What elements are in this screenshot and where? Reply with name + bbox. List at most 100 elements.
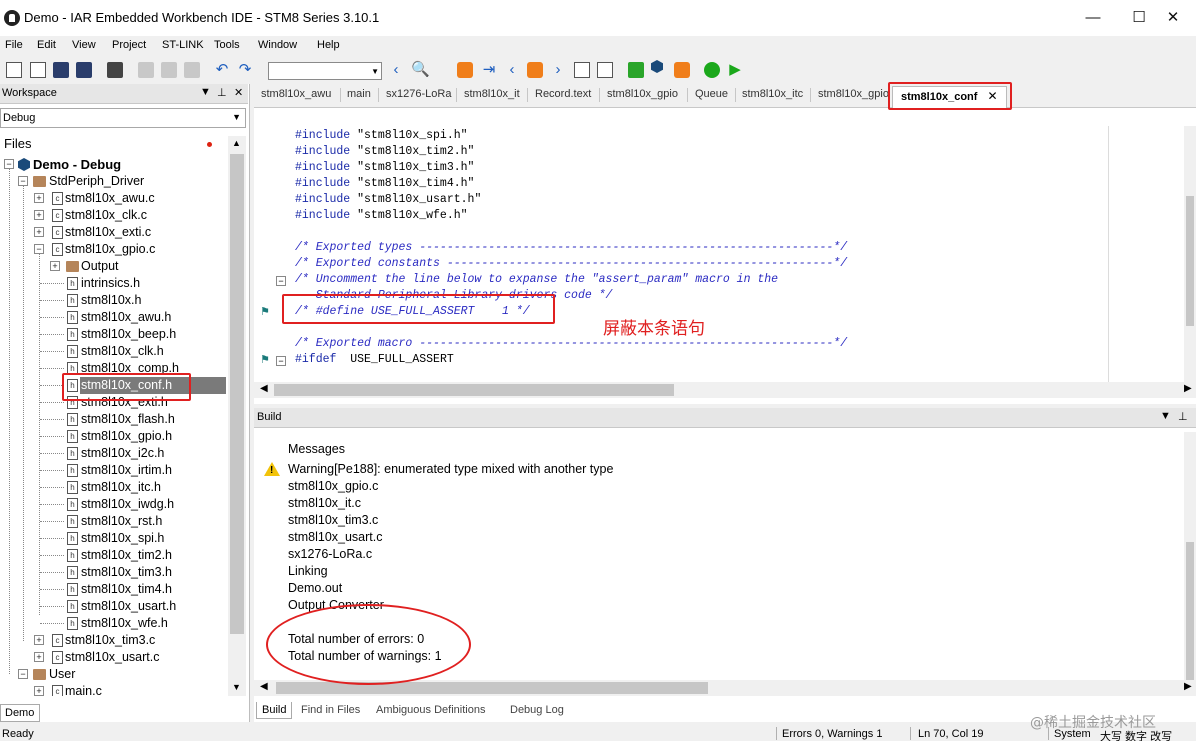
menu-file[interactable]: File bbox=[5, 39, 23, 51]
expand-icon[interactable]: + bbox=[34, 227, 44, 237]
build-vertical-scrollbar[interactable] bbox=[1184, 432, 1196, 682]
expand-icon[interactable]: + bbox=[34, 210, 44, 220]
tree-item-file[interactable]: + c stm8l10x_clk.c bbox=[0, 207, 226, 224]
tree-item-file[interactable]: h stm8l10x_beep.h bbox=[0, 326, 226, 343]
tree-item-project[interactable]: − Demo - Debug bbox=[0, 156, 226, 173]
minimize-button[interactable]: — bbox=[1070, 4, 1116, 32]
fold-toggle-icon[interactable]: − bbox=[276, 276, 286, 286]
expand-icon[interactable]: + bbox=[34, 193, 44, 203]
tab-stm8l10x-awu[interactable]: stm8l10x_awu bbox=[261, 88, 331, 100]
tree-item-folder[interactable]: − StdPeriph_Driver bbox=[0, 173, 226, 190]
warning-message[interactable]: Warning[Pe188]: enumerated type mixed wi… bbox=[288, 462, 613, 476]
build-message[interactable]: stm8l10x_it.c bbox=[288, 496, 361, 510]
scroll-left-icon[interactable]: ◀ bbox=[260, 681, 268, 692]
tab-ambiguous-definitions[interactable]: Ambiguous Definitions bbox=[376, 704, 485, 716]
expand-icon[interactable]: + bbox=[34, 635, 44, 645]
tree-item-file[interactable]: h stm8l10x_spi.h bbox=[0, 530, 226, 547]
scroll-right-icon[interactable]: ▶ bbox=[1184, 383, 1192, 394]
menu-edit[interactable]: Edit bbox=[37, 39, 56, 51]
tab-stm8l10x-gpio-2[interactable]: stm8l10x_gpio bbox=[818, 88, 888, 100]
build-message[interactable]: Linking bbox=[288, 564, 328, 578]
workspace-tab-demo[interactable]: Demo bbox=[0, 704, 40, 722]
build-message[interactable]: Demo.out bbox=[288, 581, 342, 595]
cut-icon[interactable] bbox=[138, 62, 154, 78]
workspace-scrollbar[interactable]: ▲ ▼ bbox=[228, 136, 246, 696]
expand-icon[interactable]: + bbox=[34, 652, 44, 662]
expand-icon[interactable]: + bbox=[50, 261, 60, 271]
tree-item-file[interactable]: + c stm8l10x_awu.c bbox=[0, 190, 226, 207]
tree-item-file[interactable]: h stm8l10x_tim4.h bbox=[0, 581, 226, 598]
download-icon[interactable] bbox=[628, 62, 644, 78]
scrollbar-thumb[interactable] bbox=[1186, 196, 1194, 326]
build-message[interactable]: stm8l10x_usart.c bbox=[288, 530, 382, 544]
scrollbar-thumb[interactable] bbox=[274, 384, 674, 396]
compile-icon[interactable] bbox=[574, 62, 590, 78]
menu-view[interactable]: View bbox=[72, 39, 96, 51]
panel-menu-icon[interactable]: ▼ bbox=[1160, 410, 1171, 422]
scroll-down-icon[interactable]: ▼ bbox=[232, 682, 241, 692]
tab-queue[interactable]: Queue bbox=[695, 88, 728, 100]
expand-icon[interactable]: + bbox=[34, 686, 44, 696]
tree-item-file[interactable]: + c stm8l10x_tim3.c bbox=[0, 632, 226, 649]
tree-item-file[interactable]: h stm8l10x.h bbox=[0, 292, 226, 309]
build-message[interactable]: sx1276-LoRa.c bbox=[288, 547, 372, 561]
download-and-debug-icon[interactable] bbox=[704, 62, 720, 78]
tree-item-file[interactable]: + c stm8l10x_usart.c bbox=[0, 649, 226, 666]
scrollbar-thumb[interactable] bbox=[230, 154, 244, 634]
copy-icon[interactable] bbox=[161, 62, 177, 78]
tree-item-file[interactable]: + c stm8l10x_exti.c bbox=[0, 224, 226, 241]
menu-help[interactable]: Help bbox=[317, 39, 340, 51]
debug-without-download-icon[interactable]: ▶ bbox=[727, 62, 743, 78]
configuration-select[interactable]: Debug ▼ bbox=[0, 108, 246, 128]
toggle-bookmark-icon[interactable] bbox=[457, 62, 473, 78]
tab-debug-log[interactable]: Debug Log bbox=[510, 704, 564, 716]
stop-build-icon[interactable] bbox=[674, 62, 690, 78]
editor-vertical-scrollbar[interactable] bbox=[1184, 126, 1196, 382]
scrollbar-thumb[interactable] bbox=[276, 682, 708, 694]
back-arrow-icon[interactable]: ‹ bbox=[388, 62, 404, 78]
tab-stm8l10x-it[interactable]: stm8l10x_it bbox=[464, 88, 520, 100]
redo-icon[interactable]: ↷ bbox=[237, 62, 253, 78]
tree-item-file[interactable]: h stm8l10x_flash.h bbox=[0, 411, 226, 428]
tree-item-file[interactable]: h stm8l10x_usart.h bbox=[0, 598, 226, 615]
tree-item-file[interactable]: h stm8l10x_clk.h bbox=[0, 343, 226, 360]
tab-build[interactable]: Build bbox=[256, 702, 293, 719]
collapse-icon[interactable]: − bbox=[4, 159, 14, 169]
scroll-right-icon[interactable]: ▶ bbox=[1184, 681, 1192, 692]
tree-item-file[interactable]: h stm8l10x_iwdg.h bbox=[0, 496, 226, 513]
find-combo[interactable]: ▼ bbox=[268, 62, 382, 80]
project-icon[interactable] bbox=[651, 60, 663, 73]
tree-item-file[interactable]: h stm8l10x_wfe.h bbox=[0, 615, 226, 632]
tree-item-folder[interactable]: + Output bbox=[0, 258, 226, 275]
tab-find-in-files[interactable]: Find in Files bbox=[301, 704, 360, 716]
close-window-button[interactable]: ✕ bbox=[1150, 4, 1196, 32]
paste-icon[interactable] bbox=[184, 62, 200, 78]
collapse-icon[interactable]: − bbox=[18, 669, 28, 679]
prev-bookmark-icon[interactable]: ‹ bbox=[504, 62, 520, 78]
tree-item-file[interactable]: h stm8l10x_irtim.h bbox=[0, 462, 226, 479]
tree-item-file[interactable]: h stm8l10x_tim3.h bbox=[0, 564, 226, 581]
menu-window[interactable]: Window bbox=[258, 39, 297, 51]
tab-main[interactable]: main bbox=[347, 88, 371, 100]
tree-item-file[interactable]: − c stm8l10x_gpio.c bbox=[0, 241, 226, 258]
tree-item-file[interactable]: + c main.c bbox=[0, 683, 226, 696]
tab-sx1276-lora[interactable]: sx1276-LoRa bbox=[386, 88, 451, 100]
tab-stm8l10x-itc[interactable]: stm8l10x_itc bbox=[742, 88, 803, 100]
save-all-icon[interactable] bbox=[76, 62, 92, 78]
tab-stm8l10x-gpio[interactable]: stm8l10x_gpio bbox=[607, 88, 678, 100]
tree-item-file[interactable]: h intrinsics.h bbox=[0, 275, 226, 292]
undo-icon[interactable]: ↶ bbox=[214, 62, 230, 78]
scroll-left-icon[interactable]: ◀ bbox=[260, 383, 268, 394]
tab-record-text[interactable]: Record.text bbox=[535, 88, 591, 100]
breakpoint-icon[interactable] bbox=[527, 62, 543, 78]
pin-icon[interactable]: ⊥ bbox=[1178, 410, 1188, 423]
scrollbar-thumb[interactable] bbox=[1186, 542, 1194, 682]
tree-item-file[interactable]: h stm8l10x_gpio.h bbox=[0, 428, 226, 445]
tree-item-file[interactable]: h stm8l10x_rst.h bbox=[0, 513, 226, 530]
next-bookmark-icon[interactable]: › bbox=[550, 62, 566, 78]
build-message[interactable]: stm8l10x_tim3.c bbox=[288, 513, 378, 527]
collapse-icon[interactable]: − bbox=[34, 244, 44, 254]
tree-item-file[interactable]: h stm8l10x_awu.h bbox=[0, 309, 226, 326]
print-icon[interactable] bbox=[107, 62, 123, 78]
tree-item-file[interactable]: h stm8l10x_tim2.h bbox=[0, 547, 226, 564]
